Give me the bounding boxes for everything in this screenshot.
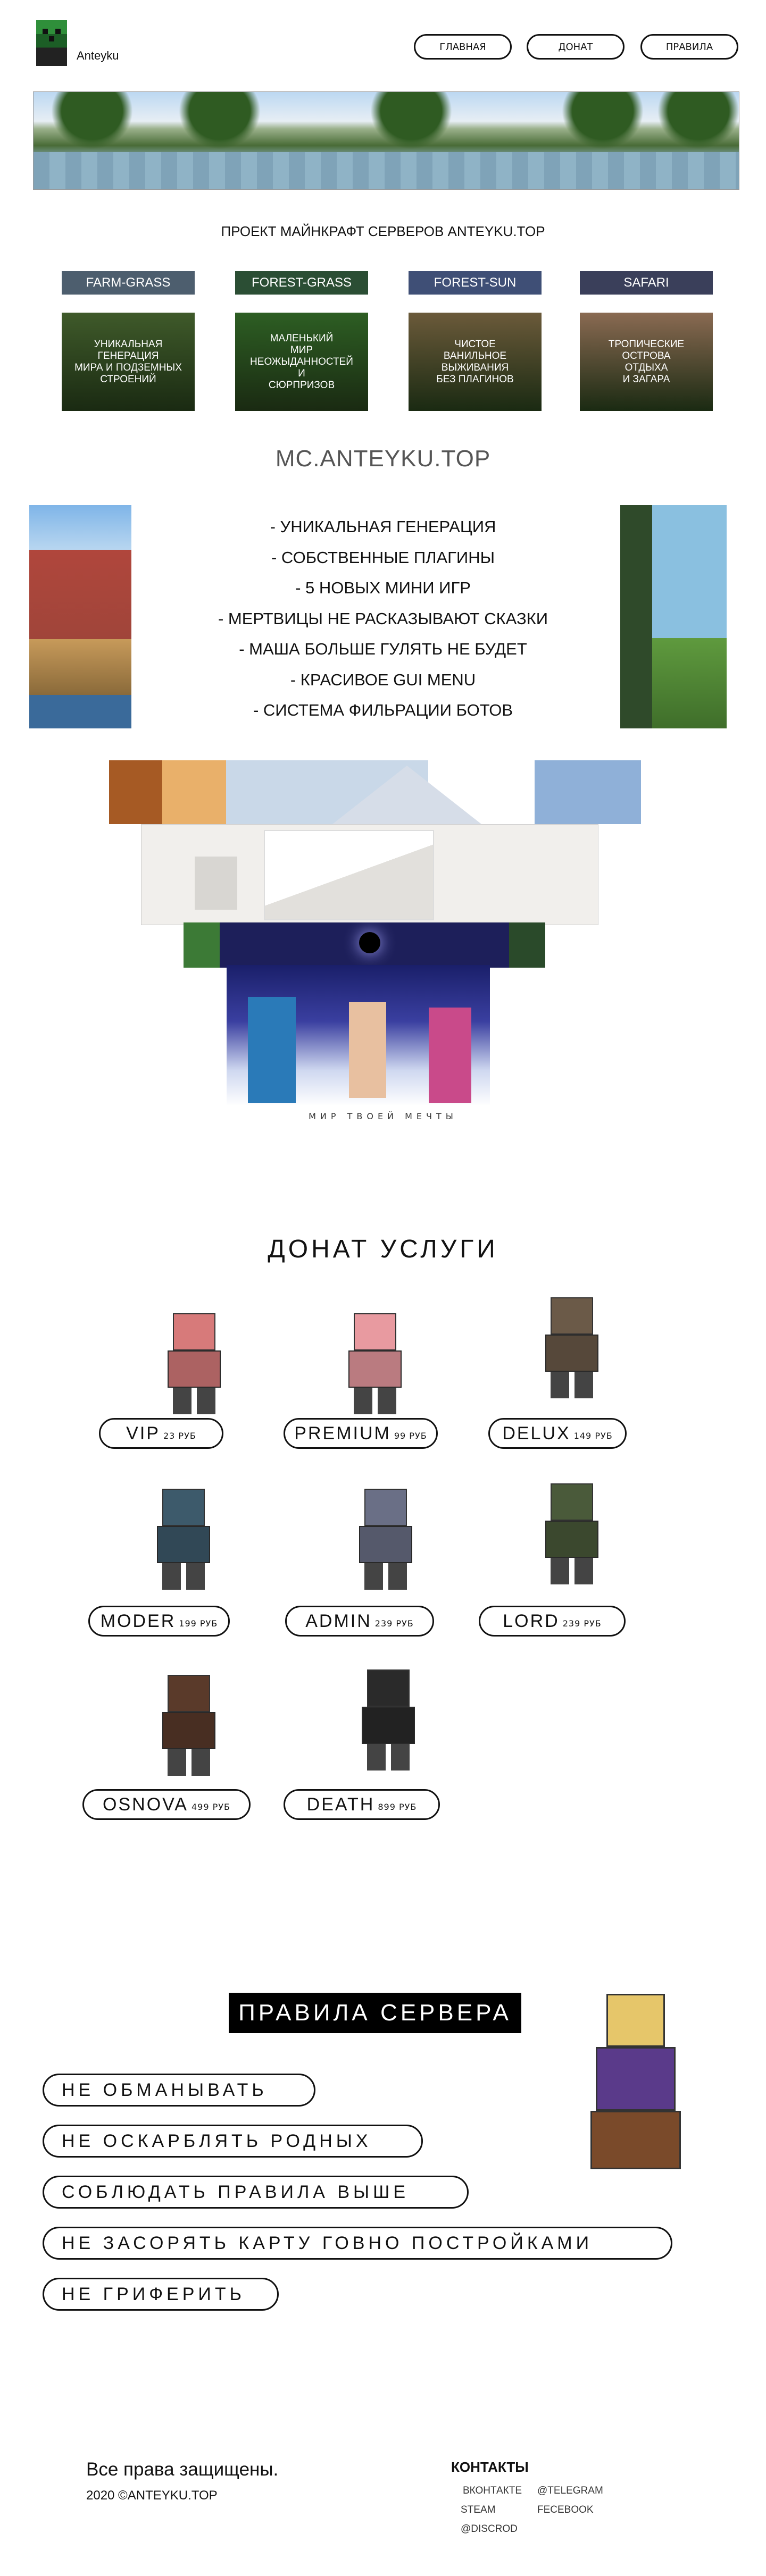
donat-character-image [144,1489,223,1590]
feature-item: - УНИКАЛЬНАЯ ГЕНЕРАЦИЯ [270,517,496,536]
server-label[interactable]: FARM-GRASS [62,271,195,295]
donat-package-name: PREMIUM [294,1423,391,1444]
castle-screenshot-image [29,505,131,728]
donat-package-button[interactable]: OSNOVA 499 РУБ [82,1789,251,1820]
donat-package-button[interactable]: DEATH 899 РУБ [284,1789,440,1820]
donat-character-image [154,1313,234,1414]
donat-package-name: OSNOVA [103,1794,188,1815]
donat-package-price: 199 РУБ [179,1618,218,1629]
donat-package-price: 99 РУБ [394,1430,427,1441]
server-card[interactable]: ЧИСТОЕ ВАНИЛЬНОЕ ВЫЖИВАНИЯ БЕЗ ПЛАГИНОВ [409,313,542,411]
donat-package-price: 149 РУБ [573,1430,613,1441]
nav-rules-button[interactable]: ПРАВИЛА [640,34,738,60]
rule-item: НЕ ГРИФЕРИТЬ [43,2278,279,2311]
server-card[interactable]: МАЛЕНЬКИЙ МИР НЕОЖЫДАННОСТЕЙ И СЮРПРИЗОВ [235,313,368,411]
rules-character-image [559,1994,707,2175]
donat-package-price: 899 РУБ [378,1801,417,1812]
contact-discord-link[interactable]: @DISCROD [461,2523,518,2535]
hero-banner-image [33,91,739,190]
rule-item: НЕ ЗАСОРЯТЬ КАРТУ ГОВНО ПОСТРОЙКАМИ [43,2227,672,2260]
donat-package-price: 499 РУБ [191,1801,230,1812]
donat-character-image [532,1483,612,1584]
donat-package-button[interactable]: MODER 199 РУБ [88,1606,230,1637]
donat-package-name: DELUX [502,1423,571,1444]
page: Anteyku ГЛАВНАЯ ДОНАТ ПРАВИЛА ПРОЕКТ МАЙ… [0,0,766,2576]
contact-vk-link[interactable]: ВКОНТАКТЕ [463,2485,522,2497]
contacts-title: КОНТАКТЫ [451,2459,529,2475]
logo-text[interactable]: Anteyku [77,49,119,63]
donat-package-name: VIP [126,1423,160,1444]
donat-package-button[interactable]: DELUX 149 РУБ [488,1418,627,1449]
forest-screenshot-image [620,505,727,728]
feature-item: - МЕРТВИЦЫ НЕ РАСКАЗЫВАЮТ СКАЗКИ [218,609,548,628]
donat-package-button[interactable]: PREMIUM 99 РУБ [284,1418,438,1449]
feature-item: - 5 НОВЫХ МИНИ ИГР [295,578,471,597]
server-label[interactable]: FOREST-GRASS [235,271,368,295]
feature-item: - КРАСИВОЕ GUI MENU [290,670,476,689]
feature-item: - СОБСТВЕННЫЕ ПЛАГИНЫ [271,548,495,567]
donat-package-name: MODER [100,1610,176,1631]
story-mode-poster-image [227,965,490,1106]
world-caption: МИР ТВОЕЙ МЕЧТЫ [309,1111,457,1121]
server-address-title: MC.ANTEYKU.TOP [275,446,491,472]
rule-item: НЕ ОСКАРБЛЯТЬ РОДНЫХ [43,2125,423,2158]
server-label[interactable]: FOREST-SUN [409,271,542,295]
donat-package-price: 23 РУБ [163,1430,196,1441]
donat-package-button[interactable]: VIP 23 РУБ [99,1418,223,1449]
donat-character-image [335,1313,415,1414]
nav-donat-button[interactable]: ДОНАТ [527,34,625,60]
mosaic-banner-2 [141,824,598,925]
contact-facebook-link[interactable]: FECEBOOK [537,2504,594,2516]
donat-package-price: 239 РУБ [562,1618,602,1629]
rules-title: ПРАВИЛА СЕРВЕРА [229,1993,521,2033]
features-list: - УНИКАЛЬНАЯ ГЕНЕРАЦИЯ - СОБСТВЕННЫЕ ПЛА… [176,511,590,726]
footer-rights: Все права защищены. [86,2459,279,2480]
donat-package-price: 239 РУБ [374,1618,414,1629]
server-card[interactable]: УНИКАЛЬНАЯ ГЕНЕРАЦИЯ МИРА И ПОДЗЕМНЫХ СТ… [62,313,195,411]
nav-home-button[interactable]: ГЛАВНАЯ [414,34,512,60]
donat-character-image [348,1669,428,1771]
donat-character-image [346,1489,426,1590]
donat-title: ДОНАТ УСЛУГИ [268,1235,498,1263]
donat-package-name: DEATH [306,1794,375,1815]
donat-package-name: ADMIN [305,1610,372,1631]
feature-item: - СИСТЕМА ФИЛЬРАЦИИ БОТОВ [253,701,513,719]
donat-package-name: LORD [503,1610,560,1631]
project-title: ПРОЕКТ МАЙНКРАФТ СЕРВЕРОВ ANTEYKU.TOP [221,223,545,239]
mosaic-banner-3 [184,922,545,968]
donat-character-image [532,1297,612,1398]
footer-copyright: 2020 ©ANTEYKU.TOP [86,2488,218,2503]
server-card[interactable]: ТРОПИЧЕСКИЕ ОСТРОВА ОТДЫХА И ЗАГАРА [580,313,713,411]
donat-package-button[interactable]: LORD 239 РУБ [479,1606,626,1637]
mosaic-banner-1 [109,760,641,824]
rule-item: НЕ ОБМАНЫВАТЬ [43,2074,315,2107]
rule-item: СОБЛЮДАТЬ ПРАВИЛА ВЫШЕ [43,2176,469,2209]
creeper-logo-icon[interactable] [36,20,67,66]
donat-package-button[interactable]: ADMIN 239 РУБ [285,1606,434,1637]
contact-steam-link[interactable]: STEAM [461,2504,495,2516]
server-label[interactable]: SAFARI [580,271,713,295]
feature-item: - МАША БОЛЬШЕ ГУЛЯТЬ НЕ БУДЕТ [239,640,527,658]
contact-telegram-link[interactable]: @TELEGRAM [537,2485,603,2497]
donat-character-image [149,1675,229,1776]
